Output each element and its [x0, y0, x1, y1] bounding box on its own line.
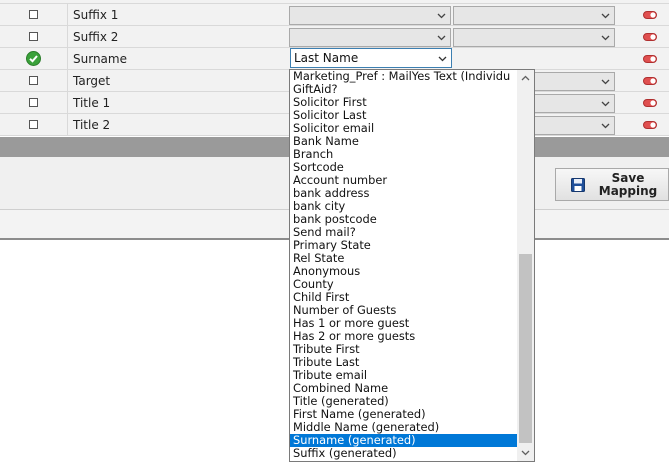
- dropdown-option[interactable]: bank city: [290, 200, 518, 213]
- save-label-line2: Mapping: [598, 184, 658, 198]
- dropdown-option[interactable]: First Name (generated): [290, 408, 518, 421]
- row-select-cell: [0, 26, 68, 47]
- floppy-disk-icon: [571, 178, 585, 192]
- transform-select[interactable]: [453, 28, 615, 47]
- row-select-cell: [0, 4, 68, 25]
- field-name: Surname: [73, 51, 127, 66]
- dropdown-option[interactable]: Bank Name: [290, 135, 518, 148]
- dropdown-option[interactable]: Solicitor email: [290, 122, 518, 135]
- chevron-up-icon: [521, 75, 530, 81]
- toggle-icon[interactable]: [643, 121, 657, 129]
- toggle-icon[interactable]: [643, 11, 657, 19]
- chevron-down-icon: [437, 35, 446, 41]
- dropdown-option[interactable]: County: [290, 278, 518, 291]
- scroll-up-button[interactable]: [517, 70, 534, 86]
- source-field-select[interactable]: [289, 28, 451, 47]
- field-name: Suffix 1: [73, 7, 119, 22]
- chevron-down-icon: [601, 13, 610, 19]
- dropdown-option[interactable]: GiftAid?: [290, 83, 518, 96]
- field-name: Title 2: [73, 117, 111, 132]
- save-mapping-label: Save Mapping: [590, 172, 666, 198]
- field-dropdown-list[interactable]: Marketing_Pref : MailYes Text (Individu G…: [289, 69, 535, 462]
- row-checkbox[interactable]: [29, 98, 38, 107]
- dropdown-option[interactable]: Primary State: [290, 239, 518, 252]
- chevron-down-icon: [601, 35, 610, 41]
- selected-value: Last Name: [294, 51, 359, 65]
- row-select-cell: [0, 92, 68, 113]
- dropdown-option[interactable]: Has 1 or more guest: [290, 317, 518, 330]
- dropdown-option[interactable]: Branch: [290, 148, 518, 161]
- dropdown-option[interactable]: Anonymous: [290, 265, 518, 278]
- dropdown-option[interactable]: Account number: [290, 174, 518, 187]
- dropdown-option[interactable]: Number of Guests: [290, 304, 518, 317]
- dropdown-option[interactable]: Tribute First: [290, 343, 518, 356]
- field-name: Suffix 2: [73, 29, 119, 44]
- dropdown-option[interactable]: Child First: [290, 291, 518, 304]
- toggle-icon[interactable]: [643, 55, 657, 63]
- dropdown-option[interactable]: Send mail?: [290, 226, 518, 239]
- toggle-icon[interactable]: [643, 77, 657, 85]
- field-name: Title 1: [73, 95, 111, 110]
- scroll-down-button[interactable]: [517, 445, 534, 461]
- dropdown-option[interactable]: Suffix (generated): [290, 447, 518, 460]
- chevron-down-icon: [437, 13, 446, 19]
- chevron-down-icon: [601, 101, 610, 107]
- dropdown-option[interactable]: Middle Name (generated): [290, 421, 518, 434]
- row-select-cell: [0, 48, 68, 69]
- field-name: Target: [73, 73, 111, 88]
- dropdown-option[interactable]: Has 2 or more guests: [290, 330, 518, 343]
- dropdown-option[interactable]: Solicitor Last: [290, 109, 518, 122]
- toggle-icon[interactable]: [643, 33, 657, 41]
- transform-select[interactable]: [453, 6, 615, 25]
- row-checkbox[interactable]: [29, 76, 38, 85]
- row-select-cell: [0, 114, 68, 135]
- dropdown-option[interactable]: Tribute Last: [290, 356, 518, 369]
- chevron-down-icon: [438, 56, 447, 62]
- dropdown-option[interactable]: Rel State: [290, 252, 518, 265]
- table-row: Suffix 1: [0, 4, 669, 26]
- source-field-select[interactable]: [289, 6, 451, 25]
- toggle-icon[interactable]: [643, 99, 657, 107]
- dropdown-option[interactable]: bank address: [290, 187, 518, 200]
- dropdown-option[interactable]: Combined Name: [290, 382, 518, 395]
- row-checkbox[interactable]: [29, 10, 38, 19]
- row-checkbox[interactable]: [29, 32, 38, 41]
- table-row: Suffix 2: [0, 26, 669, 48]
- chevron-down-icon: [521, 450, 530, 456]
- check-circle-icon[interactable]: [26, 51, 41, 66]
- dropdown-scrollbar[interactable]: [517, 70, 534, 461]
- save-mapping-button[interactable]: Save Mapping: [555, 168, 669, 201]
- dropdown-option[interactable]: Tribute email: [290, 369, 518, 382]
- dropdown-options: Marketing_Pref : MailYes Text (Individu G…: [290, 70, 518, 460]
- dropdown-option[interactable]: Sortcode: [290, 161, 518, 174]
- dropdown-option[interactable]: bank postcode: [290, 213, 518, 226]
- chevron-down-icon: [601, 79, 610, 85]
- dropdown-option[interactable]: Solicitor First: [290, 96, 518, 109]
- mapping-screen: Suffix 1 Suffix 2 Surname Target Title 1…: [0, 0, 669, 473]
- scrollbar-thumb[interactable]: [519, 254, 532, 443]
- row-select-cell: [0, 70, 68, 91]
- dropdown-option[interactable]: Title (generated): [290, 395, 518, 408]
- dropdown-option[interactable]: Surname (generated): [290, 434, 518, 447]
- dropdown-option[interactable]: Marketing_Pref : MailYes Text (Individu: [290, 70, 518, 83]
- chevron-down-icon: [601, 123, 610, 129]
- source-field-select-open[interactable]: Last Name: [290, 48, 452, 68]
- row-checkbox[interactable]: [29, 120, 38, 129]
